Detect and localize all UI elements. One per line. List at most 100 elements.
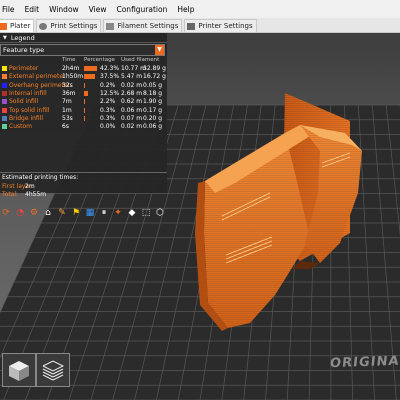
menu-edit[interactable]: Edit <box>20 5 45 14</box>
feature-time: 1h50m <box>62 73 84 81</box>
color-swatch <box>2 107 7 113</box>
legend-row[interactable]: Perimeter 2h4m 42.3% 10.77 m 32.89 g <box>0 65 167 73</box>
feature-percentage: 0.3% <box>100 106 116 114</box>
feature-weight: 1.90 g <box>143 98 163 106</box>
center-of-gravity-icon[interactable]: ◆ <box>126 207 138 219</box>
percentage-bar <box>84 82 85 88</box>
tool-marker-icon[interactable]: ⬡ <box>154 207 166 219</box>
color-swatch <box>2 99 7 105</box>
feature-name: Bridge infill <box>9 114 44 122</box>
feature-weight: 16.72 g <box>143 73 166 81</box>
menu-configuration[interactable]: Configuration <box>111 5 172 14</box>
feature-length: 0.02 m <box>121 81 143 89</box>
legend-title: Legend <box>10 33 35 42</box>
tab-bar: Plater Print Settings Filament Settings … <box>0 18 400 33</box>
printer-settings-icon <box>187 22 196 30</box>
tab-print-settings[interactable]: Print Settings <box>36 19 102 32</box>
feature-time: 6s <box>62 123 69 131</box>
feature-percentage: 12.5% <box>100 89 120 97</box>
color-swatch <box>2 124 7 130</box>
shells-icon[interactable]: ⬚ <box>140 207 152 219</box>
bed-brand-text: ORIGINA <box>329 353 400 372</box>
retractions-icon[interactable]: ⚙ <box>28 207 40 219</box>
feature-weight: 0.17 g <box>143 106 163 114</box>
legend-row[interactable]: Overhang perimeter 32s 0.2% 0.02 m 0.05 g <box>0 82 167 90</box>
collapse-triangle-icon[interactable]: ▼ <box>3 35 7 41</box>
feature-weight: 0.05 g <box>143 81 163 89</box>
feature-percentage: 0.3% <box>100 114 116 122</box>
legend-header[interactable]: ▼ Legend <box>0 33 167 43</box>
layers-view-button[interactable] <box>2 353 36 387</box>
feature-length: 0.02 m <box>121 123 143 131</box>
wipe-icon[interactable]: ◔ <box>14 207 26 219</box>
legend-row[interactable]: Bridge infill 53s 0.3% 0.07 m 0.20 g <box>0 115 167 123</box>
feature-percentage: 37.5% <box>100 73 120 81</box>
feature-time: 36m <box>62 89 76 97</box>
feature-name: Overhang perimeter <box>9 81 71 89</box>
estimate-value: 2m <box>25 183 35 190</box>
deretractions-icon[interactable]: ⌂ <box>42 207 54 219</box>
estimate-value: 4h55m <box>25 191 47 198</box>
color-swatch <box>2 115 7 121</box>
pause-prints-icon[interactable]: ⏸ <box>98 207 110 219</box>
tab-plater[interactable]: Plater <box>0 19 35 32</box>
custom-gcodes-icon[interactable]: ✦ <box>112 207 124 219</box>
menu-file[interactable]: File <box>0 5 20 14</box>
tool-changes-icon[interactable]: ⚑ <box>70 207 82 219</box>
feature-name: Custom <box>9 123 32 131</box>
legend-divider <box>0 172 167 173</box>
feature-name: Top solid infill <box>9 106 50 114</box>
menu-help[interactable]: Help <box>172 5 199 14</box>
color-changes-icon[interactable]: ▦ <box>84 207 96 219</box>
3d-viewport[interactable]: ORIGINA ▼ Legend Feature type ▼ Time Per… <box>0 33 400 400</box>
percentage-bar <box>84 90 88 96</box>
color-swatch <box>2 74 7 80</box>
cube-layers-icon <box>9 361 29 381</box>
legend-row[interactable]: Top solid infill 1m 0.3% 0.06 m 0.17 g <box>0 107 167 115</box>
feature-time: 7m <box>62 98 72 106</box>
color-swatch <box>2 66 7 71</box>
feature-name: Perimeter <box>9 65 39 72</box>
visibility-toolbar: ⟳ ◔ ⚙ ⌂ ✎ ⚑ ▦ ⏸ ✦ ◆ ⬚ ⬡ <box>0 205 166 221</box>
tab-printer-settings-label: Printer Settings <box>198 22 253 30</box>
feature-weight: 0.06 g <box>143 123 163 131</box>
percentage-bar <box>84 99 85 105</box>
sliced-layers-button[interactable] <box>36 353 70 387</box>
feature-weight: 32.89 g <box>143 65 166 72</box>
view-type-value: Feature type <box>3 46 45 54</box>
column-header-time: Time <box>62 57 76 63</box>
legend-row[interactable]: Internal infill 36m 12.5% 2.68 m 8.18 g <box>0 90 167 98</box>
feature-percentage: 42.3% <box>100 65 120 72</box>
percentage-bar <box>84 74 96 80</box>
plater-icon <box>0 22 7 30</box>
feature-time: 32s <box>62 81 73 89</box>
column-header-used-filament: Used filament <box>121 57 160 63</box>
feature-time: 1m <box>62 106 72 114</box>
dropdown-arrow-icon[interactable]: ▼ <box>155 45 164 55</box>
color-swatch <box>2 82 7 88</box>
feature-weight: 8.18 g <box>143 89 163 97</box>
feature-name: Solid infill <box>9 98 39 106</box>
print-settings-icon <box>39 22 48 30</box>
tab-filament-settings-label: Filament Settings <box>117 22 179 30</box>
legend-row[interactable]: Custom 6s 0.0% 0.02 m 0.06 g <box>0 123 167 131</box>
legend-row[interactable]: Solid infill 7m 2.2% 0.62 m 1.90 g <box>0 98 167 106</box>
feature-length: 2.68 m <box>121 89 143 97</box>
travel-icon[interactable]: ⟳ <box>0 207 12 219</box>
tab-printer-settings[interactable]: Printer Settings <box>184 19 257 32</box>
menu-view[interactable]: View <box>84 5 112 14</box>
estimate-key: Total: <box>2 191 19 198</box>
feature-name: Internal infill <box>9 89 47 97</box>
feature-length: 0.07 m <box>121 114 143 122</box>
feature-time: 2h4m <box>62 65 80 72</box>
menu-bar: File Edit Window View Configuration Help <box>0 0 400 18</box>
view-type-select[interactable]: Feature type ▼ <box>0 44 165 56</box>
legend-row[interactable]: External perimeter 1h50m 37.5% 5.47 m 16.72 … <box>0 73 167 81</box>
seams-icon[interactable]: ✎ <box>56 207 68 219</box>
menu-window[interactable]: Window <box>44 5 84 14</box>
tab-filament-settings[interactable]: Filament Settings <box>103 19 183 32</box>
feature-length: 0.06 m <box>121 106 143 114</box>
percentage-bar <box>84 107 85 113</box>
feature-percentage: 0.0% <box>100 123 116 131</box>
stacked-layers-icon <box>42 360 65 381</box>
